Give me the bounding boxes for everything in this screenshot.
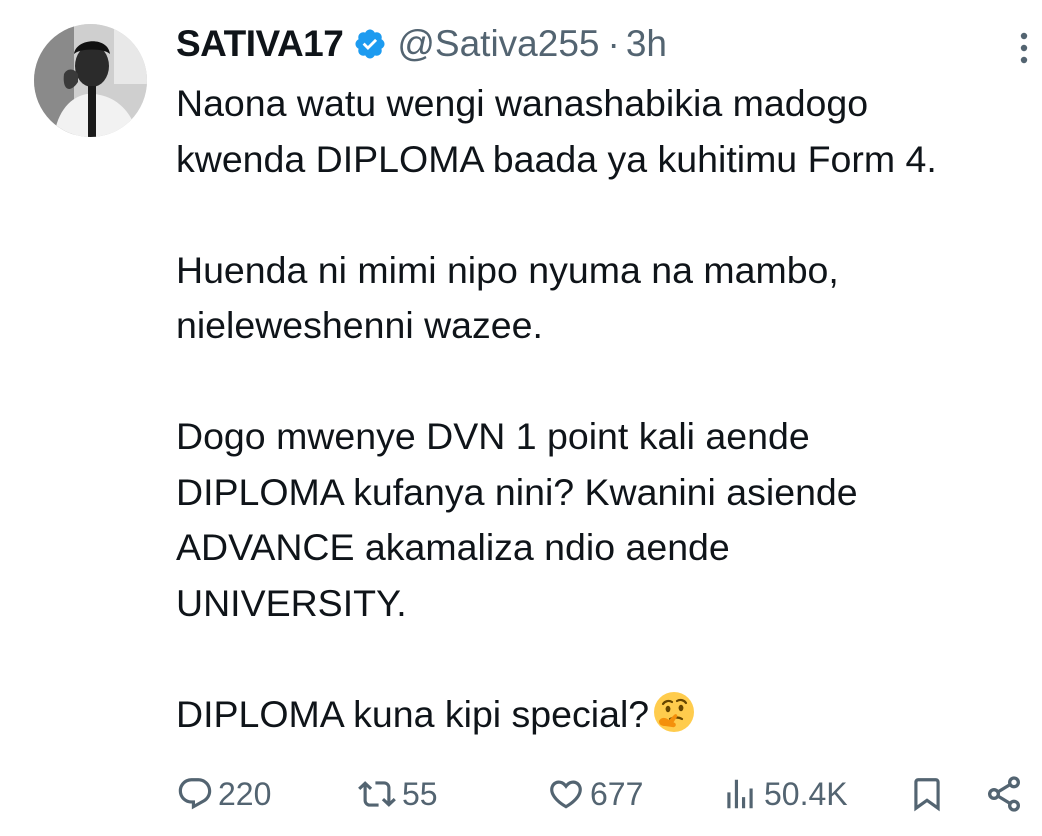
display-name[interactable]: SATIVA17 xyxy=(176,23,344,65)
repost-button[interactable]: 55 xyxy=(356,766,438,822)
avatar[interactable] xyxy=(34,24,147,137)
tweet-text: Naona watu wengi wanashabikia madogo kwe… xyxy=(176,76,1036,742)
tweet-line: UNIVERSITY. xyxy=(176,581,407,624)
thinking-face-emoji-icon xyxy=(651,689,697,735)
tweet-line-last: DIPLOMA kuna kipi special? xyxy=(176,687,1036,743)
separator-dot: · xyxy=(607,23,620,64)
tweet-line: Dogo mwenye DVN 1 point kali aende xyxy=(176,415,810,457)
avatar-image xyxy=(34,24,147,137)
share-icon xyxy=(984,774,1024,814)
timestamp[interactable]: 3h xyxy=(626,23,667,65)
share-button[interactable] xyxy=(984,766,1024,822)
user-handle[interactable]: @Sativa255 xyxy=(397,23,599,65)
like-count: 677 xyxy=(590,775,644,812)
tweet-line: Huenda ni mimi nipo nyuma na mambo, xyxy=(176,248,839,291)
action-bar: 220 55 677 50.4K xyxy=(0,766,1042,822)
more-options-icon[interactable] xyxy=(1010,28,1038,68)
heart-icon xyxy=(546,775,586,813)
views-chart-icon xyxy=(720,775,760,813)
bookmark-icon xyxy=(908,774,946,814)
reply-icon xyxy=(176,775,214,813)
repost-icon xyxy=(356,775,398,813)
tweet-line-text: DIPLOMA kuna kipi special? xyxy=(176,692,650,735)
views-button[interactable]: 50.4K xyxy=(720,766,848,822)
tweet-header: SATIVA17 @Sativa255 · 3h xyxy=(176,20,667,68)
tweet-line: nieleweshenni wazee. xyxy=(176,304,543,346)
bookmark-button[interactable] xyxy=(908,766,946,822)
like-button[interactable]: 677 xyxy=(546,766,643,822)
reply-count: 220 xyxy=(218,775,272,812)
verified-badge-icon[interactable] xyxy=(353,27,387,61)
tweet-line: DIPLOMA kufanya nini? Kwanini asiende xyxy=(176,470,858,513)
tweet-card: SATIVA17 @Sativa255 · 3h Naona watu weng… xyxy=(0,0,1042,836)
repost-count: 55 xyxy=(402,775,438,812)
views-count: 50.4K xyxy=(764,775,848,812)
tweet-line: ADVANCE akamaliza ndio aende xyxy=(176,526,730,568)
tweet-line: kwenda DIPLOMA baada ya kuhitimu Form 4. xyxy=(176,137,937,180)
tweet-line: Naona watu wengi wanashabikia madogo xyxy=(176,82,869,124)
reply-button[interactable]: 220 xyxy=(176,766,271,822)
